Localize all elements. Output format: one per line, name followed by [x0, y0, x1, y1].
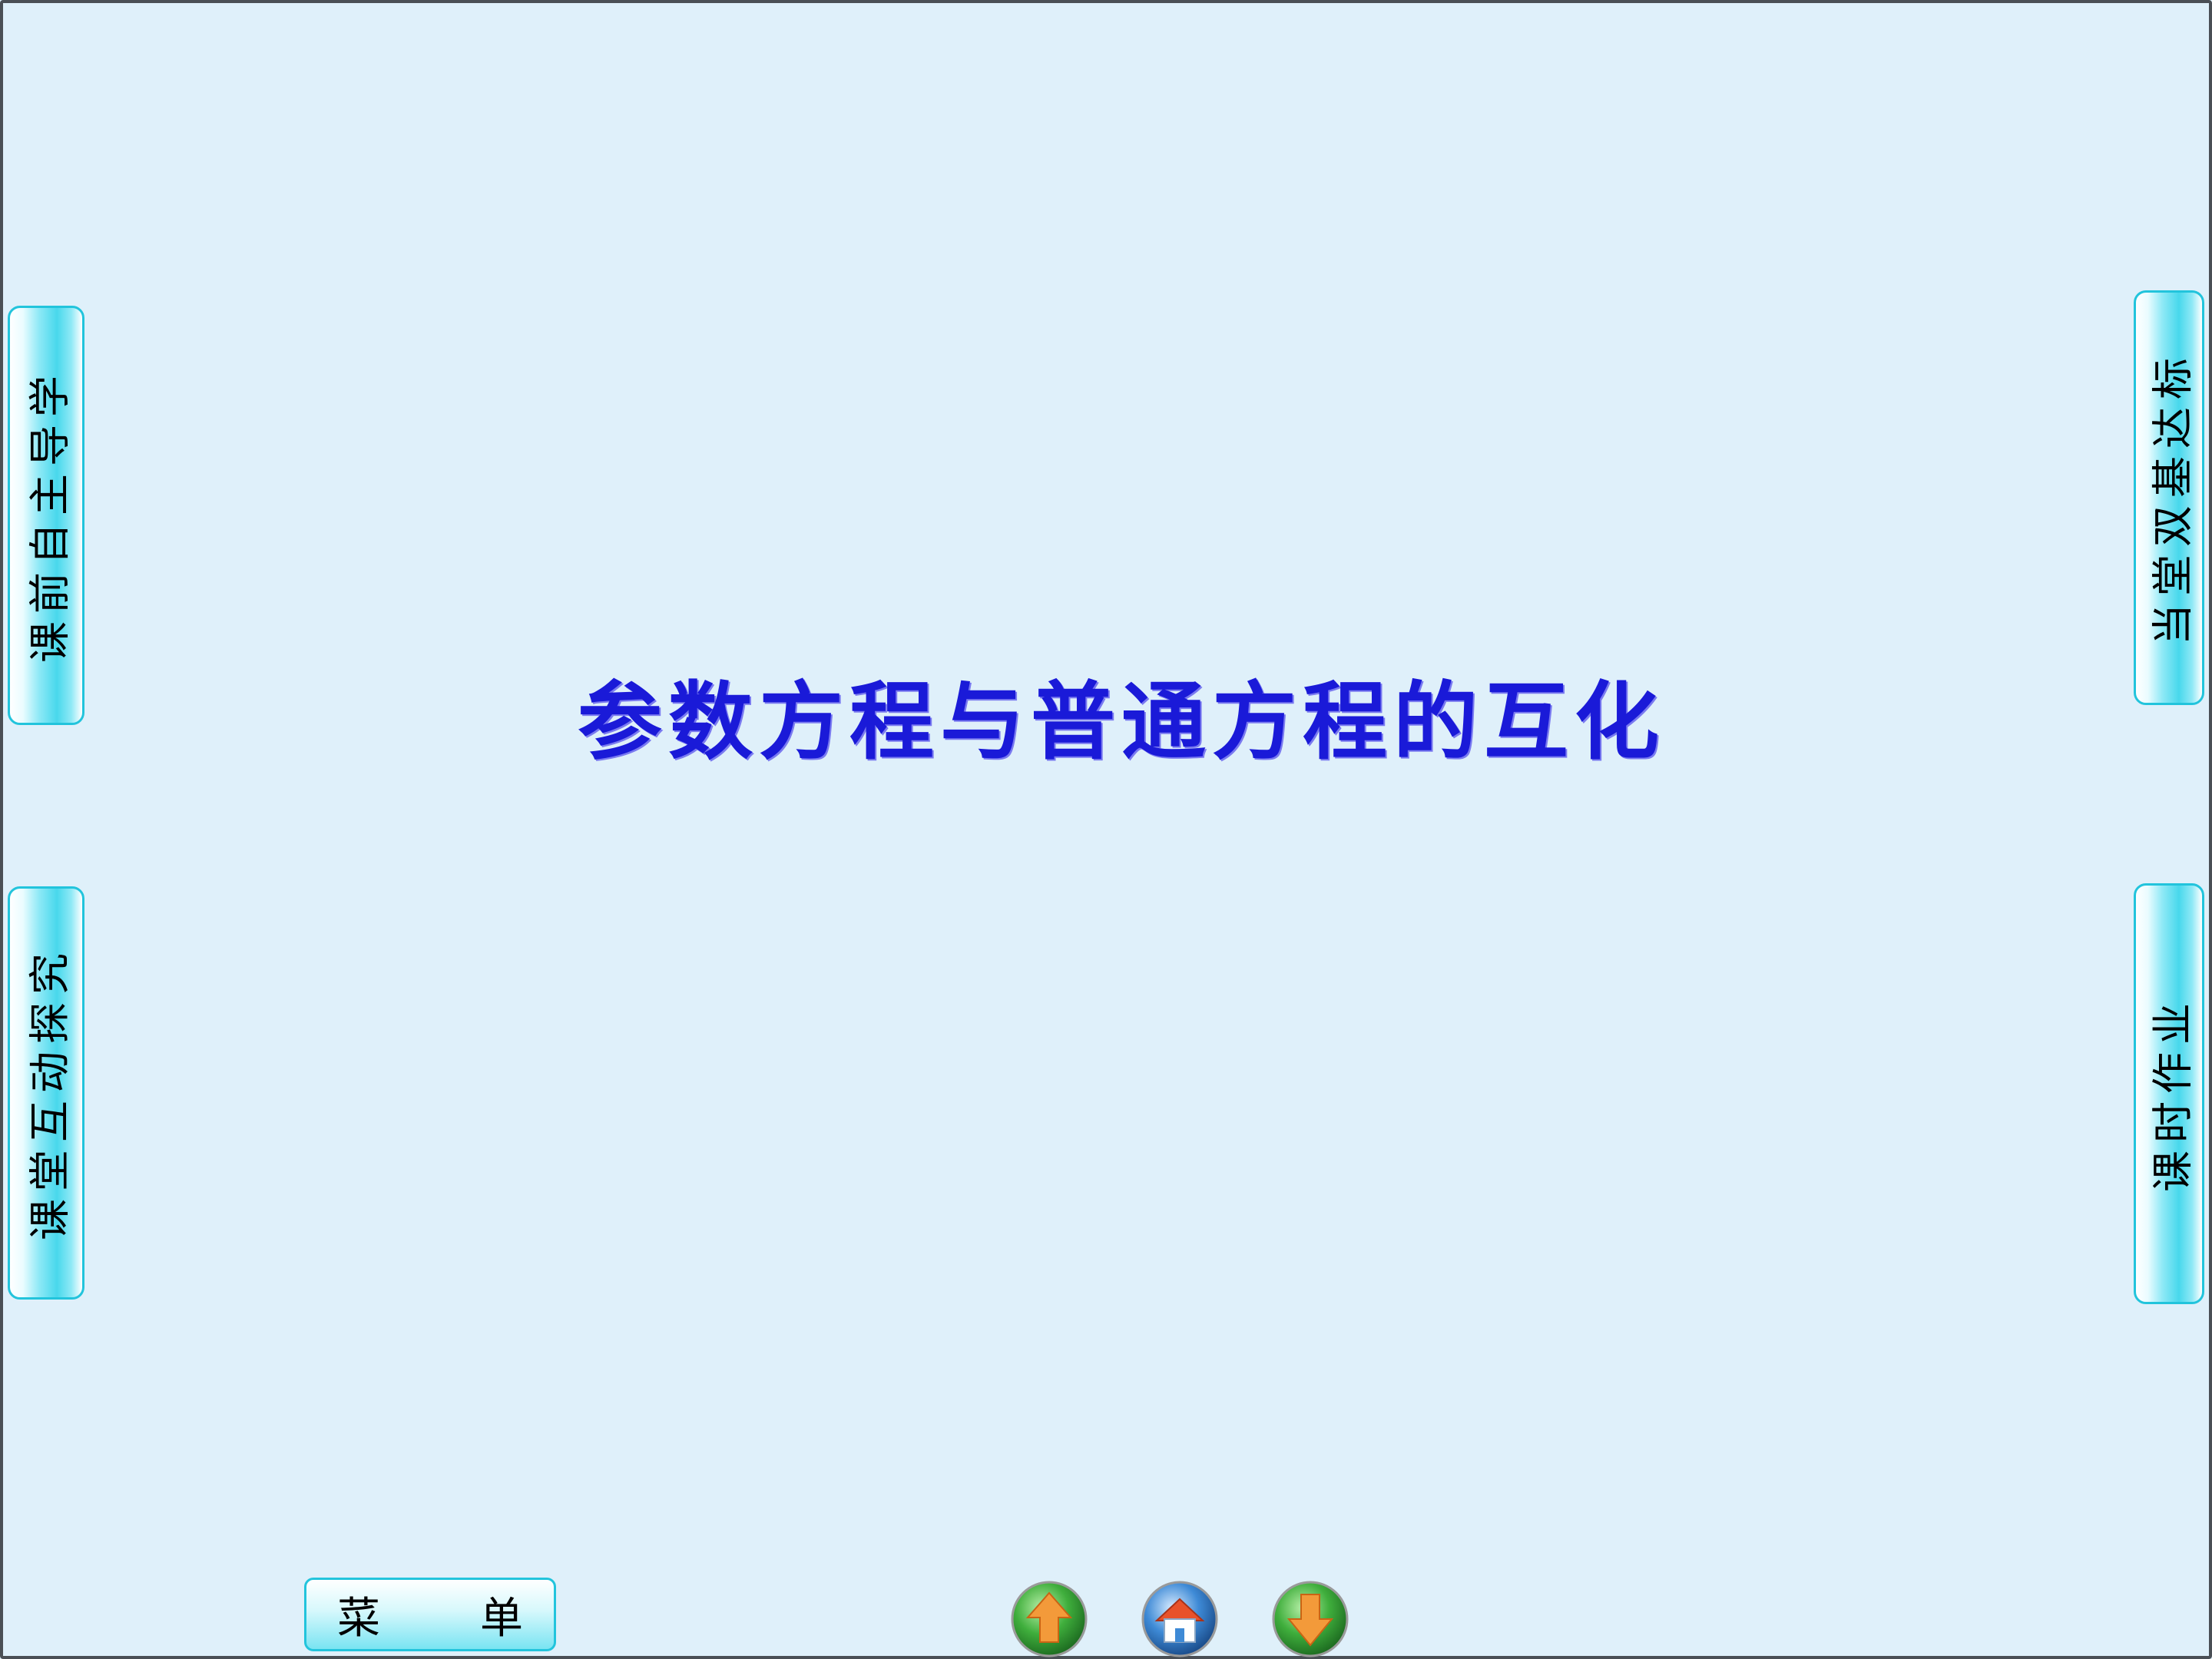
down-arrow-icon [1272, 1581, 1349, 1657]
tab-in-class-practice-label: 当堂双基达标 [2148, 350, 2197, 645]
menu-label-left: 菜 [337, 1593, 380, 1644]
up-arrow-icon [1011, 1581, 1088, 1657]
menu-button[interactable]: 菜 单 [304, 1578, 556, 1651]
previous-button[interactable] [1009, 1579, 1089, 1659]
menu-label-right: 单 [480, 1593, 523, 1644]
tab-class-interaction-label: 课堂互动探究 [25, 945, 75, 1240]
tab-homework[interactable]: 课时作业 [2134, 883, 2204, 1304]
home-icon [1141, 1581, 1218, 1657]
home-button[interactable] [1140, 1579, 1220, 1659]
slide-frame [0, 0, 2212, 1659]
next-button[interactable] [1270, 1579, 1350, 1659]
tab-pre-class-study-label: 课前自主导学 [25, 368, 75, 663]
tab-class-interaction[interactable]: 课堂互动探究 [8, 886, 84, 1300]
tab-in-class-practice[interactable]: 当堂双基达标 [2134, 290, 2204, 705]
slide-title: 参数方程与普通方程的互化 [578, 672, 1665, 771]
tab-pre-class-study[interactable]: 课前自主导学 [8, 306, 84, 725]
tab-homework-label: 课时作业 [2148, 995, 2197, 1192]
